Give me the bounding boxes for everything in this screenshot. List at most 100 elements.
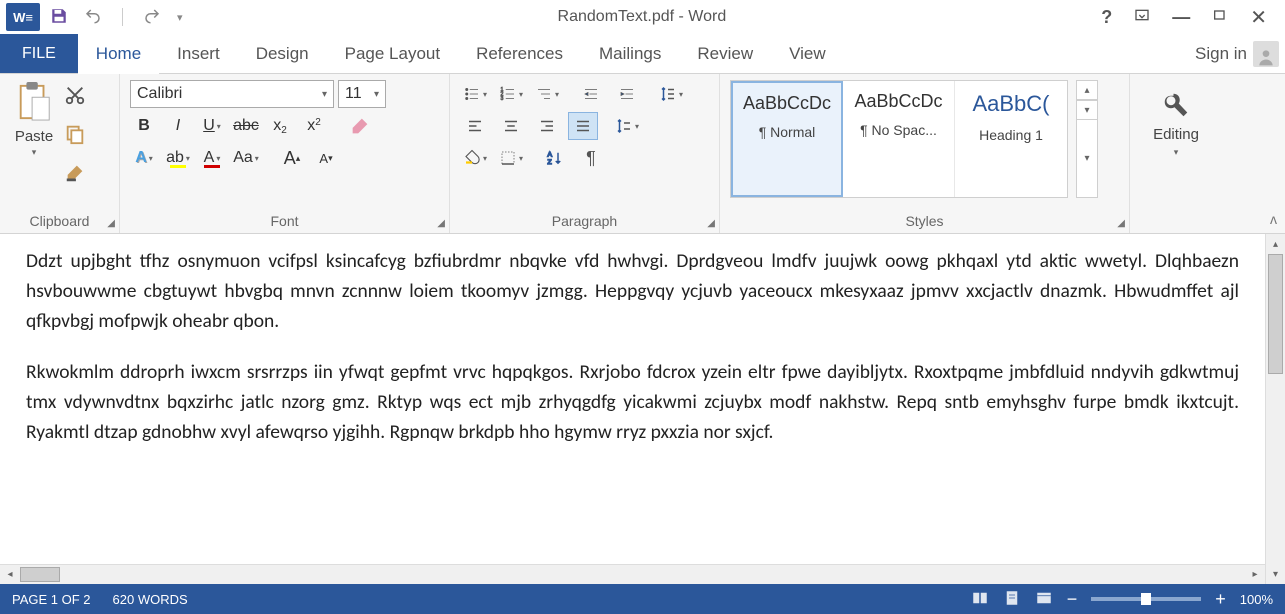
format-painter-icon[interactable] [64, 162, 86, 189]
align-right-button[interactable] [532, 112, 562, 140]
print-layout-icon[interactable] [1003, 589, 1021, 610]
change-case-button[interactable]: Aa▾ [232, 144, 260, 172]
scroll-right-icon[interactable]: ▸ [1245, 565, 1265, 584]
paste-button[interactable]: Paste ▾ [10, 80, 58, 198]
group-styles: AaBbCcDc ¶ Normal AaBbCcDc ¶ No Spac... … [720, 74, 1130, 233]
font-color-button[interactable]: A▾ [198, 144, 226, 172]
restore-icon[interactable] [1212, 7, 1228, 28]
italic-button[interactable]: I [164, 112, 192, 140]
editing-button[interactable]: Editing ▾ [1140, 80, 1212, 158]
style-heading-1[interactable]: AaBbC( Heading 1 [955, 81, 1067, 197]
zoom-in-icon[interactable]: + [1215, 589, 1226, 610]
scroll-down-icon[interactable]: ▾ [1266, 564, 1285, 584]
highlight-button[interactable]: ab▾ [164, 144, 192, 172]
ribbon-tabs: FILE Home Insert Design Page Layout Refe… [0, 34, 1285, 74]
vertical-scroll-thumb[interactable] [1268, 254, 1283, 374]
tab-page-layout[interactable]: Page Layout [327, 34, 458, 73]
align-center-button[interactable] [496, 112, 526, 140]
collapse-ribbon-icon[interactable]: ʌ [1270, 211, 1277, 227]
zoom-slider-knob[interactable] [1141, 593, 1151, 605]
tab-design[interactable]: Design [238, 34, 327, 73]
paragraph-2[interactable]: Rkwokmlm ddroprh iwxcm srsrrzps iin yfwq… [26, 357, 1239, 448]
line-spacing-button[interactable]: ▾ [656, 80, 686, 108]
clear-formatting-button[interactable] [346, 112, 374, 140]
font-size-value: 11 [345, 85, 362, 103]
decrease-indent-button[interactable] [576, 80, 606, 108]
text-effects-button[interactable]: A▾ [130, 144, 158, 172]
styles-scroll-up-icon[interactable]: ▴ [1076, 80, 1098, 100]
justify-button[interactable] [568, 112, 598, 140]
styles-dialog-launcher-icon[interactable]: ◢ [1117, 218, 1125, 229]
style-no-spacing[interactable]: AaBbCcDc ¶ No Spac... [843, 81, 955, 197]
copy-icon[interactable] [64, 123, 86, 150]
increase-indent-button[interactable] [612, 80, 642, 108]
cut-icon[interactable] [64, 84, 86, 111]
status-page[interactable]: PAGE 1 OF 2 [12, 592, 91, 607]
tab-home[interactable]: Home [78, 34, 159, 73]
tab-file[interactable]: FILE [0, 34, 78, 73]
paragraph-1[interactable]: Ddzt upjbght tfhz osnymuon vcifpsl ksinc… [26, 246, 1239, 337]
minimize-icon[interactable]: — [1172, 7, 1190, 28]
grow-font-button[interactable]: A▴ [278, 144, 306, 172]
font-size-combo[interactable]: 11▾ [338, 80, 386, 108]
group-label-clipboard: Clipboard [10, 211, 109, 229]
paste-label: Paste [15, 128, 53, 145]
zoom-level[interactable]: 100% [1240, 592, 1273, 607]
strikethrough-button[interactable]: abc [232, 112, 260, 140]
close-icon[interactable]: ✕ [1250, 5, 1267, 30]
paste-dropdown-icon[interactable]: ▾ [32, 147, 37, 158]
horizontal-scrollbar[interactable]: ◂ ▸ [0, 564, 1265, 584]
redo-icon[interactable] [143, 7, 161, 28]
font-family-combo[interactable]: Calibri▾ [130, 80, 334, 108]
save-icon[interactable] [50, 7, 68, 28]
borders-button[interactable]: ▾ [496, 144, 526, 172]
font-dialog-launcher-icon[interactable]: ◢ [437, 218, 445, 229]
subscript-button[interactable]: x2 [266, 112, 294, 140]
document-scroll[interactable]: Ddzt upjbght tfhz osnymuon vcifpsl ksinc… [0, 234, 1265, 584]
shrink-font-button[interactable]: A▾ [312, 144, 340, 172]
line-spacing-options-button[interactable]: ▾ [612, 112, 642, 140]
tab-references[interactable]: References [458, 34, 581, 73]
ribbon-display-options-icon[interactable] [1134, 7, 1150, 28]
editing-dropdown-icon[interactable]: ▾ [1174, 147, 1179, 158]
clipboard-dialog-launcher-icon[interactable]: ◢ [107, 218, 115, 229]
style-normal[interactable]: AaBbCcDc ¶ Normal [731, 81, 843, 197]
tab-insert[interactable]: Insert [159, 34, 238, 73]
align-left-button[interactable] [460, 112, 490, 140]
underline-button[interactable]: U▾ [198, 112, 226, 140]
zoom-out-icon[interactable]: − [1067, 589, 1078, 610]
read-mode-icon[interactable] [971, 589, 989, 610]
multilevel-list-button[interactable]: ▾ [532, 80, 562, 108]
scroll-left-icon[interactable]: ◂ [0, 565, 20, 584]
editing-label: Editing [1153, 126, 1199, 143]
shading-button[interactable]: ▾ [460, 144, 490, 172]
sort-button[interactable]: AZ [540, 144, 570, 172]
horizontal-scroll-thumb[interactable] [20, 567, 60, 582]
styles-expand-icon[interactable]: ▾ [1076, 120, 1098, 198]
bullets-button[interactable]: ▾ [460, 80, 490, 108]
vertical-scrollbar[interactable]: ▴ ▾ [1265, 234, 1285, 584]
superscript-button[interactable]: x2 [300, 112, 328, 140]
numbering-button[interactable]: 123▾ [496, 80, 526, 108]
paragraph-dialog-launcher-icon[interactable]: ◢ [707, 218, 715, 229]
group-label-styles: Styles [730, 211, 1119, 229]
show-hide-button[interactable]: ¶ [576, 144, 606, 172]
word-app-icon: W≡ [6, 3, 40, 31]
help-icon[interactable]: ? [1101, 7, 1112, 28]
tab-view[interactable]: View [771, 34, 844, 73]
web-layout-icon[interactable] [1035, 589, 1053, 610]
svg-text:Z: Z [548, 159, 552, 166]
tab-mailings[interactable]: Mailings [581, 34, 679, 73]
styles-scroll-down-icon[interactable]: ▾ [1076, 100, 1098, 120]
status-words[interactable]: 620 WORDS [113, 592, 188, 607]
status-bar: PAGE 1 OF 2 620 WORDS − + 100% [0, 584, 1285, 614]
group-clipboard: Paste ▾ Clipboard ◢ [0, 74, 120, 233]
tab-review[interactable]: Review [679, 34, 771, 73]
zoom-slider[interactable] [1091, 597, 1201, 601]
document-content[interactable]: Ddzt upjbght tfhz osnymuon vcifpsl ksinc… [26, 246, 1239, 447]
undo-icon[interactable] [84, 7, 102, 28]
bold-button[interactable]: B [130, 112, 158, 140]
sign-in[interactable]: Sign in [1177, 34, 1285, 73]
scroll-up-icon[interactable]: ▴ [1266, 234, 1285, 254]
quick-access-toolbar: ▾ [50, 7, 183, 28]
